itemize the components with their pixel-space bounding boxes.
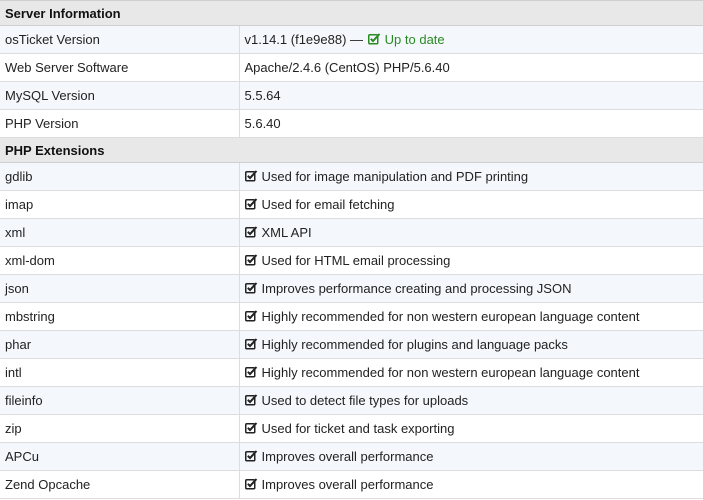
system-info-table: Server Information osTicket Version v1.1… [0,0,703,499]
extension-row: gdlib Used for image manipulation and PDF… [0,162,703,191]
extension-row: mbstring Highly recommended for non weste… [0,302,703,331]
extension-row: json Improves performance creating and pr… [0,274,703,303]
extension-description-text: Highly recommended for plugins and langu… [261,337,568,352]
extension-description-text: Used for email fetching [261,197,395,212]
check-square-icon [244,338,258,350]
extension-description-text: Used for image manipulation and PDF prin… [261,169,529,184]
info-row-mysql-version: MySQL Version 5.5.64 [0,81,703,110]
section-heading: PHP Extensions [0,137,703,163]
extension-description: Used for HTML email processing [238,246,703,275]
extension-row: phar Highly recommended for plugins and l… [0,330,703,359]
check-square-icon [244,366,258,378]
extension-description-text: Highly recommended for non western europ… [261,309,640,324]
info-value: Apache/2.4.6 (CentOS) PHP/5.6.40 [238,53,703,82]
extension-name: intl [0,358,239,387]
extension-description: Highly recommended for plugins and langu… [238,330,703,359]
extension-description: Improves performance creating and proces… [238,274,703,303]
system-info-body: Server Information osTicket Version v1.1… [0,0,703,499]
section-heading: Server Information [0,0,703,26]
info-value: 5.5.64 [238,81,703,110]
info-row-web-server: Web Server Software Apache/2.4.6 (CentOS… [0,53,703,82]
extension-description: Highly recommended for non western europ… [238,302,703,331]
extension-name: phar [0,330,239,359]
check-square-icon [244,422,258,434]
extension-row: imap Used for email fetching [0,190,703,219]
extension-name: xml [0,218,239,247]
extension-row: xml-dom Used for HTML email processing [0,246,703,275]
check-square-icon [367,33,381,45]
check-square-icon [244,478,258,490]
extension-description-text: Improves overall performance [261,449,434,464]
extension-row: Zend Opcache Improves overall performance [0,470,703,499]
version-text: v1.14.1 (f1e9e88) — [244,32,364,47]
extension-description: Improves overall performance [238,442,703,471]
extension-description-text: Used for ticket and task exporting [261,421,455,436]
extension-description: Used for image manipulation and PDF prin… [238,162,703,191]
info-label: Web Server Software [0,53,239,82]
check-square-icon [244,310,258,322]
extension-description-text: Used for HTML email processing [261,253,451,268]
check-square-icon [244,394,258,406]
check-square-icon [244,254,258,266]
extension-name: zip [0,414,239,443]
extension-row: fileinfo Used to detect file types for up… [0,386,703,415]
extension-description-text: Highly recommended for non western europ… [261,365,640,380]
check-square-icon [244,450,258,462]
extension-description: XML API [238,218,703,247]
check-square-icon [244,170,258,182]
check-square-icon [244,282,258,294]
extension-description: Used for ticket and task exporting [238,414,703,443]
up-to-date-status: Up to date [384,32,445,47]
extension-row: intl Highly recommended for non western e… [0,358,703,387]
info-value: 5.6.40 [238,109,703,138]
extension-row: xml XML API [0,218,703,247]
info-row-php-version: PHP Version 5.6.40 [0,109,703,138]
extension-name: mbstring [0,302,239,331]
extension-name: imap [0,190,239,219]
extension-name: Zend Opcache [0,470,239,499]
extension-name: gdlib [0,162,239,191]
extension-name: xml-dom [0,246,239,275]
extension-name: fileinfo [0,386,239,415]
info-label: osTicket Version [0,25,239,54]
check-square-icon [244,198,258,210]
extension-row: zip Used for ticket and task exporting [0,414,703,443]
section-php-extensions: PHP Extensions [0,137,703,163]
info-row-osticket-version: osTicket Version v1.14.1 (f1e9e88) — Up … [0,25,703,54]
extension-description-text: Improves performance creating and proces… [261,281,572,296]
info-label: PHP Version [0,109,239,138]
info-value: v1.14.1 (f1e9e88) — Up to date [238,25,703,54]
extension-description-text: Used to detect file types for uploads [261,393,469,408]
extension-description: Used for email fetching [238,190,703,219]
extension-description-text: Improves overall performance [261,477,434,492]
extension-name: json [0,274,239,303]
extension-description: Improves overall performance [238,470,703,499]
extension-row: APCu Improves overall performance [0,442,703,471]
section-server-information: Server Information [0,0,703,26]
extension-name: APCu [0,442,239,471]
extension-description: Used to detect file types for uploads [238,386,703,415]
check-square-icon [244,226,258,238]
info-label: MySQL Version [0,81,239,110]
extension-description: Highly recommended for non western europ… [238,358,703,387]
extension-description-text: XML API [261,225,312,240]
